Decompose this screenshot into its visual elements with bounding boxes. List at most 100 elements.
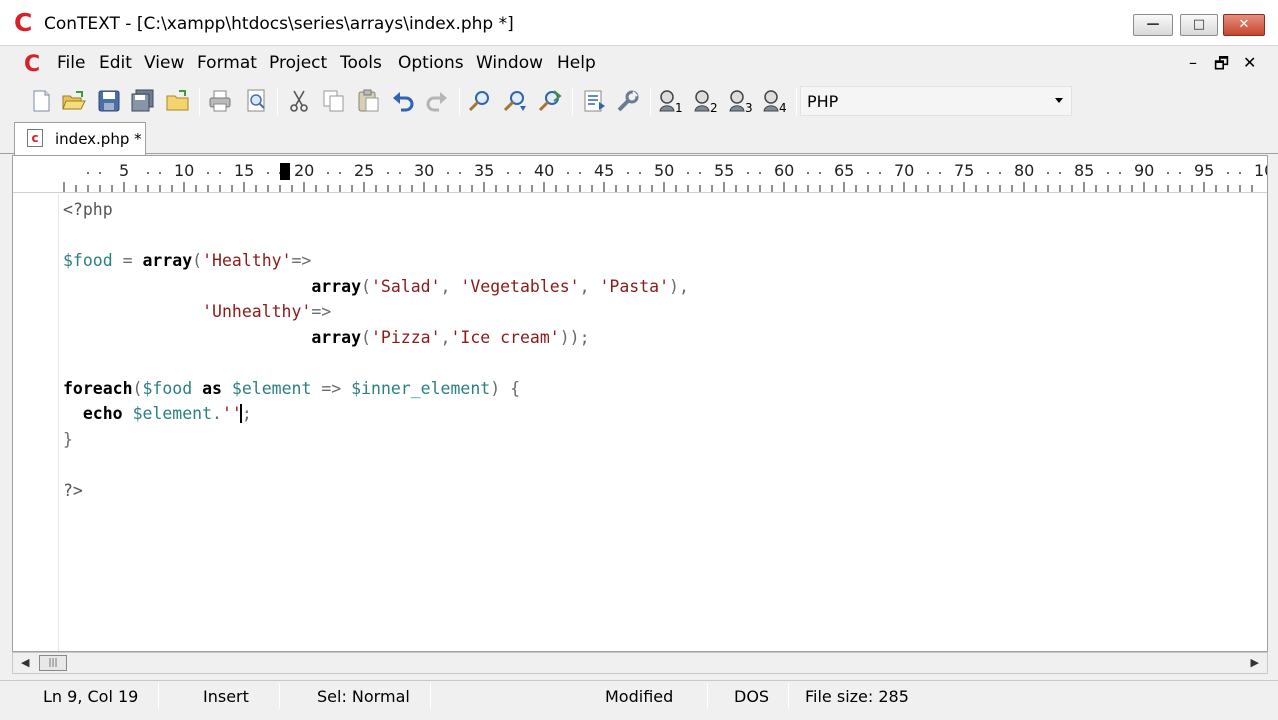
ruler-dot	[699, 172, 701, 174]
document-minimize-button[interactable]: –	[1189, 53, 1197, 72]
minimize-button[interactable]: —	[1133, 14, 1173, 36]
user-command-2-button[interactable]: 2	[692, 88, 718, 115]
code-line: 'Unhealthy'=>	[202, 302, 332, 321]
horizontal-scrollbar[interactable]: ◀ ||| ▶	[12, 652, 1268, 674]
copy-button[interactable]	[321, 88, 347, 114]
user-command-1-icon: 1	[659, 90, 683, 115]
menu-edit[interactable]: Edit	[99, 53, 132, 73]
menu-options[interactable]: Options	[398, 53, 464, 73]
redo-button[interactable]	[424, 88, 450, 114]
ruler-dot	[1059, 172, 1061, 174]
user-command-4-icon: 4	[763, 90, 787, 115]
ruler-dot	[1107, 172, 1109, 174]
ruler-dot	[639, 172, 641, 174]
ruler-label: 90	[1134, 161, 1155, 180]
cut-button[interactable]	[286, 88, 312, 114]
highlighter-select[interactable]: PHP	[800, 86, 1072, 116]
menu-format[interactable]: Format	[197, 53, 257, 73]
open-file-button[interactable]	[61, 88, 87, 114]
menu-view[interactable]: View	[144, 53, 184, 73]
status-mode: Insert	[203, 687, 249, 706]
document-restore-button[interactable]: 🗗	[1214, 53, 1229, 80]
redo-icon	[426, 92, 447, 112]
menu-file[interactable]: File	[57, 53, 85, 73]
paste-button[interactable]	[355, 88, 381, 114]
ruler-dot	[327, 172, 329, 174]
user-command-1-button[interactable]: 1	[657, 88, 683, 115]
maximize-button[interactable]: □	[1180, 14, 1218, 36]
copy-icon	[323, 90, 344, 112]
chevron-down-icon[interactable]	[1055, 98, 1063, 103]
ruler-dot	[519, 172, 521, 174]
print-icon	[209, 90, 231, 112]
ruler-dot	[747, 172, 749, 174]
toolbar-separator	[199, 88, 200, 116]
tab-index-php[interactable]: c index.php *	[14, 122, 146, 155]
find-next-button[interactable]	[502, 88, 528, 114]
new-file-button[interactable]	[28, 88, 54, 114]
undo-button[interactable]	[390, 88, 416, 114]
document-close-button[interactable]: ✕	[1243, 53, 1256, 72]
undo-icon	[393, 92, 414, 112]
ruler-dot	[219, 172, 221, 174]
ruler-dot	[447, 172, 449, 174]
ruler-label: 25	[354, 161, 375, 180]
editor-pane[interactable]: 510152025303540455055606570758085909510 …	[12, 155, 1268, 652]
ruler-dot	[267, 172, 269, 174]
replace-icon	[538, 90, 562, 112]
ruler-label: 55	[714, 161, 735, 180]
save-all-button[interactable]	[130, 88, 156, 114]
tools-icon	[617, 90, 639, 112]
ruler-label: 5	[119, 161, 130, 180]
find-button[interactable]	[467, 88, 493, 114]
user-command-4-button[interactable]: 4	[761, 88, 787, 115]
toolbar-separator	[796, 88, 797, 116]
code-area[interactable]: <?php $food = array('Healthy'=> array('S…	[63, 197, 689, 503]
menu-window[interactable]: Window	[476, 53, 543, 73]
ruler-dot	[1119, 172, 1121, 174]
toolbar-separator	[572, 88, 573, 116]
user-command-3-button[interactable]: 3	[727, 88, 753, 115]
save-button[interactable]	[96, 88, 122, 114]
code-line: array('Salad', 'Vegetables', 'Pasta'),	[311, 276, 689, 296]
user-command-3-icon: 3	[729, 90, 753, 115]
open-folder-button[interactable]	[165, 88, 191, 114]
code-line: ?>	[63, 480, 83, 500]
toolbar-separator	[277, 88, 278, 116]
menu-bar	[0, 46, 1278, 80]
scroll-thumb[interactable]: |||	[39, 655, 67, 671]
save-icon	[98, 90, 120, 112]
menu-project[interactable]: Project	[269, 53, 327, 73]
ruler-dot	[159, 172, 161, 174]
find-icon	[468, 91, 489, 112]
ruler-label: 35	[474, 161, 495, 180]
export-button[interactable]	[581, 88, 607, 114]
line-gutter[interactable]	[13, 194, 59, 651]
document-system-menu-icon[interactable]: C	[24, 52, 40, 77]
print-preview-button[interactable]	[243, 88, 269, 114]
file-icon: c	[27, 129, 43, 147]
new-icon	[33, 90, 50, 112]
menu-help[interactable]: Help	[557, 53, 596, 73]
close-button[interactable]: ✕	[1223, 14, 1265, 36]
user-command-2-icon: 2	[694, 90, 718, 115]
find-next-icon	[503, 91, 526, 112]
menu-tools[interactable]: Tools	[340, 53, 382, 73]
status-line-endings: DOS	[734, 687, 770, 706]
ruler-dot	[1239, 172, 1241, 174]
ruler-dot	[627, 172, 629, 174]
toolbar-separator	[650, 88, 651, 116]
ruler-label: 10	[1254, 161, 1267, 180]
ruler-dot	[399, 172, 401, 174]
paste-icon	[358, 89, 379, 112]
ruler: 5 10 15 20 25 30 35 40 45 50 55 60 65 70 75 80 85 90 95 10	[13, 156, 1267, 193]
print-button[interactable]	[207, 88, 233, 114]
scroll-left-icon[interactable]: ◀	[21, 656, 29, 669]
replace-button[interactable]	[537, 88, 563, 114]
status-divider	[279, 683, 280, 709]
ruler-label: 40	[534, 161, 555, 180]
ruler-dot	[1227, 172, 1229, 174]
scroll-right-icon[interactable]: ▶	[1251, 656, 1259, 669]
tools-button[interactable]	[615, 88, 641, 114]
